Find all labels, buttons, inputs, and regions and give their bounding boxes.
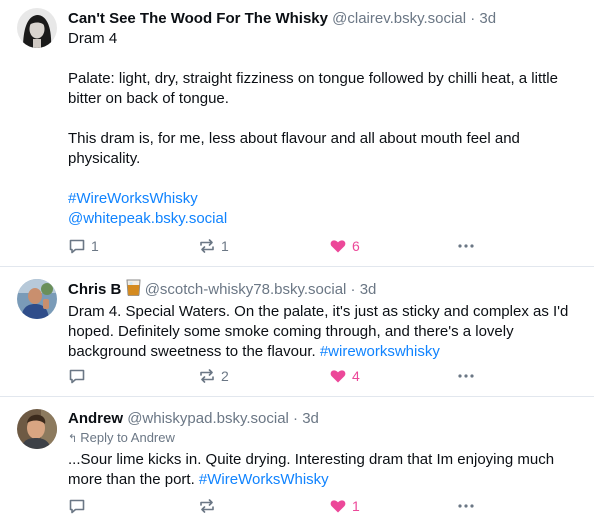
author-handle[interactable]: @clairev.bsky.social	[332, 10, 466, 27]
author-name[interactable]: Chris B	[68, 281, 121, 298]
author-name[interactable]: Andrew	[68, 410, 123, 427]
reply-button[interactable]	[68, 366, 91, 386]
author-name[interactable]: Can't See The Wood For The Whisky	[68, 10, 328, 27]
author-handle[interactable]: @whiskypad.bsky.social	[127, 410, 289, 427]
mention-link[interactable]: @whitepeak.bsky.social	[68, 210, 227, 227]
author-handle[interactable]: @scotch-whisky78.bsky.social	[145, 281, 347, 298]
like-button[interactable]: 6	[329, 236, 360, 256]
post-text-line: Palate: light, dry, straight fizziness o…	[68, 70, 558, 107]
repost-button[interactable]: 2	[198, 366, 229, 386]
hashtag-link[interactable]: #wireworkswhisky	[320, 343, 440, 360]
heart-icon	[330, 240, 346, 253]
repost-button[interactable]	[198, 496, 221, 516]
reply-button[interactable]: 1	[68, 236, 99, 256]
like-count: 6	[352, 238, 360, 254]
hashtag-link[interactable]: #WireWorksWhisky	[68, 190, 198, 207]
more-options-button[interactable]	[457, 236, 475, 256]
repost-count: 1	[221, 238, 229, 254]
repost-arrows-icon	[200, 239, 214, 253]
avatar-image	[17, 409, 57, 449]
reply-arrow-icon: ↰	[68, 433, 78, 445]
separator-dot: ·	[470, 10, 476, 27]
heart-icon	[330, 500, 346, 513]
like-button[interactable]: 4	[329, 366, 360, 386]
repost-arrows-icon	[200, 499, 214, 513]
repost-arrows-icon	[200, 369, 214, 383]
separator-dot: ·	[350, 281, 356, 298]
post-text-line: Dram 4	[68, 30, 118, 47]
avatar-image	[17, 279, 57, 319]
post-actions: 1	[0, 496, 594, 516]
post-text: Dram 4. Special Waters. On the palate, i…	[68, 302, 582, 362]
post-text-body: Dram 4. Special Waters. On the palate, i…	[68, 303, 569, 360]
post-header: Andrew @whiskypad.bsky.social · 3d	[68, 409, 582, 429]
reply-count: 1	[91, 238, 99, 254]
separator-dot: ·	[293, 410, 299, 427]
avatar-image	[17, 8, 57, 48]
post-text: Dram 4 Palate: light, dry, straight fizz…	[68, 29, 582, 229]
repost-count: 2	[221, 368, 229, 384]
more-options-button[interactable]	[457, 366, 475, 386]
post-actions: 2 4	[0, 366, 594, 386]
post-text-line: This dram is, for me, less about flavour…	[68, 130, 520, 167]
repost-button[interactable]: 1	[198, 236, 229, 256]
like-count: 4	[352, 368, 360, 384]
reply-to-label[interactable]: ↰ Reply to Andrew	[68, 429, 582, 448]
whisky-tumbler-icon	[125, 279, 141, 302]
ellipsis-icon	[458, 504, 474, 508]
post-text: ...Sour lime kicks in. Quite drying. Int…	[68, 450, 582, 490]
post-2[interactable]: Chris B @scotch-whisky78.bsky.social · 3…	[0, 267, 594, 397]
speech-bubble-icon	[69, 239, 85, 254]
ellipsis-icon	[458, 244, 474, 248]
post-timestamp[interactable]: 3d	[360, 281, 377, 298]
reply-button[interactable]	[68, 496, 91, 516]
avatar[interactable]	[17, 409, 57, 449]
reply-to-text: Reply to Andrew	[80, 430, 175, 445]
ellipsis-icon	[458, 374, 474, 378]
post-3[interactable]: Andrew @whiskypad.bsky.social · 3d ↰ Repl…	[0, 397, 594, 527]
post-actions: 1 1 6	[0, 236, 594, 256]
like-count: 1	[352, 498, 360, 514]
avatar[interactable]	[17, 279, 57, 319]
more-options-button[interactable]	[457, 496, 475, 516]
avatar[interactable]	[17, 8, 57, 48]
hashtag-link[interactable]: #WireWorksWhisky	[199, 471, 329, 488]
post-1[interactable]: Can't See The Wood For The Whisky @clair…	[0, 0, 594, 267]
post-header: Can't See The Wood For The Whisky @clair…	[68, 9, 582, 29]
speech-bubble-icon	[69, 499, 85, 514]
post-timestamp[interactable]: 3d	[479, 10, 496, 27]
post-header: Chris B @scotch-whisky78.bsky.social · 3…	[68, 279, 582, 302]
like-button[interactable]: 1	[329, 496, 360, 516]
speech-bubble-icon	[69, 369, 85, 384]
post-timestamp[interactable]: 3d	[302, 410, 319, 427]
heart-icon	[330, 370, 346, 383]
